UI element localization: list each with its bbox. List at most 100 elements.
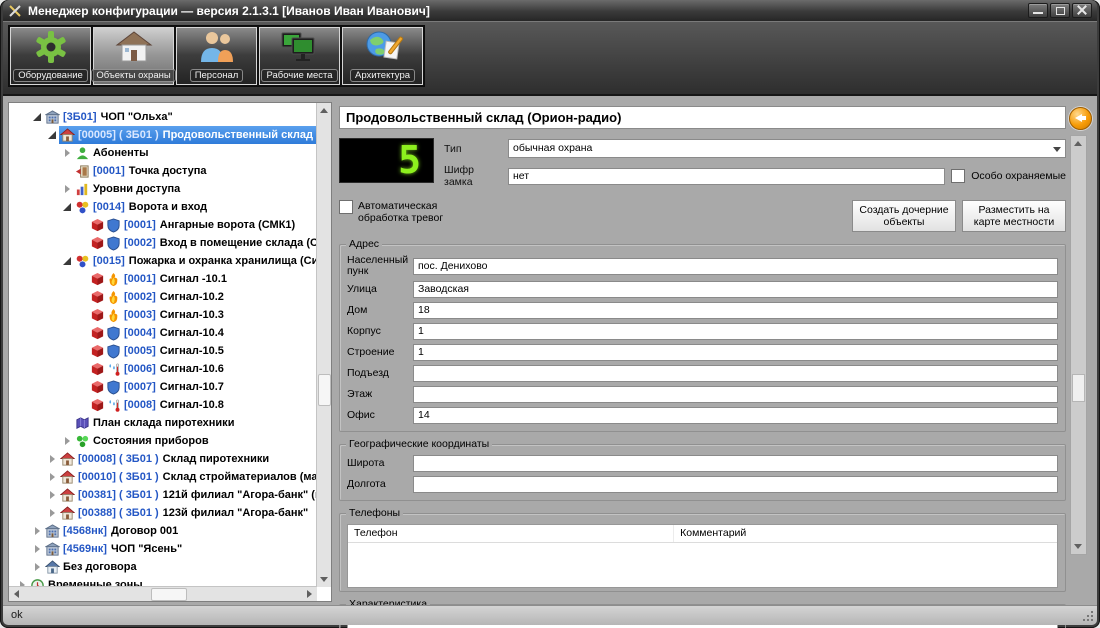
tree-item[interactable]: [0003]Сигнал-10.3 — [9, 306, 316, 324]
building-icon — [45, 524, 60, 539]
tree-item-id: [0007] — [124, 381, 156, 393]
tree-item[interactable]: [0007]Сигнал-10.7 — [9, 378, 316, 396]
tree-item[interactable]: [3Б01]ЧОП "Ольха" — [9, 108, 316, 126]
scrollbar-thumb[interactable] — [151, 588, 187, 601]
expander-icon[interactable] — [60, 149, 74, 157]
tree-item-id: [0006] — [124, 363, 156, 375]
tree-item[interactable]: [0015]Пожарка и охранка хранилища (Сигна… — [9, 252, 316, 270]
toolbar-button-персонал[interactable]: Персонал — [176, 27, 257, 85]
tree-item[interactable]: План склада пиротехники — [9, 414, 316, 432]
expander-icon[interactable] — [60, 203, 74, 211]
resize-grip-icon[interactable] — [1084, 612, 1093, 621]
toolbar-button-оборудование[interactable]: Оборудование — [10, 27, 91, 85]
address-field-input[interactable] — [413, 365, 1058, 382]
tree-item[interactable]: Состояния приборов — [9, 432, 316, 450]
address-field-input[interactable] — [413, 386, 1058, 403]
scrollbar-thumb[interactable] — [318, 374, 331, 406]
expander-icon[interactable] — [60, 185, 74, 193]
cipher-label: Шифр замка — [444, 164, 502, 188]
coordinate-field-input[interactable] — [413, 455, 1058, 472]
expander-icon[interactable] — [45, 491, 59, 499]
tree-item[interactable]: Уровни доступа — [9, 180, 316, 198]
scroll-up-icon[interactable] — [1074, 141, 1082, 146]
tree-horizontal-scrollbar[interactable] — [9, 586, 317, 601]
titlebar[interactable]: Менеджер конфигурации — версия 2.1.3.1 [… — [3, 0, 1097, 21]
address-field-input[interactable]: 18 — [413, 302, 1058, 319]
tree-item[interactable]: [4569нк]ЧОП "Ясень" — [9, 540, 316, 558]
address-field-input[interactable]: 1 — [413, 344, 1058, 361]
coordinate-field-row: Широта — [347, 455, 1058, 472]
tree-item[interactable]: [00381] ( 3Б01 )121й филиал "Агора-банк"… — [9, 486, 316, 504]
tree-item-id: [4569нк] — [63, 543, 107, 555]
tree-item[interactable]: Без договора — [9, 558, 316, 576]
toolbar-button-архитектура[interactable]: Архитектура — [342, 27, 423, 85]
expander-icon[interactable] — [60, 257, 74, 265]
special-guarded-checkbox[interactable] — [951, 169, 965, 183]
tree-item[interactable]: [4568нк]Договор 001 — [9, 522, 316, 540]
expander-icon[interactable] — [45, 473, 59, 481]
tree-item[interactable]: [0014]Ворота и вход — [9, 198, 316, 216]
tree-item[interactable]: Абоненты — [9, 144, 316, 162]
cipher-input[interactable]: нет — [508, 168, 945, 185]
clock-icon — [30, 578, 45, 587]
expander-icon[interactable] — [30, 113, 44, 121]
expander-icon[interactable] — [45, 455, 59, 463]
detail-vertical-scrollbar[interactable] — [1070, 135, 1087, 555]
address-field-input[interactable]: Заводская — [413, 281, 1058, 298]
toolbar-button-рабочие-места[interactable]: Рабочие места — [259, 27, 340, 85]
expander-icon[interactable] — [60, 437, 74, 445]
tree-item[interactable]: [0006]Сигнал-10.6 — [9, 360, 316, 378]
tree-item-label: Вход в помещение склада (СМК-2) — [160, 237, 316, 249]
coords-fields: ШиротаДолгота — [347, 455, 1058, 493]
scroll-down-icon[interactable] — [320, 577, 328, 582]
toolbar-button-объекты-охраны[interactable]: Объекты охраны — [93, 27, 174, 85]
expander-icon[interactable] — [30, 563, 44, 571]
tree-item[interactable]: [0004]Сигнал-10.4 — [9, 324, 316, 342]
address-group: Адрес Населенный пункпос. ДениховоУлицаЗ… — [339, 244, 1066, 432]
tree-item[interactable]: [0005]Сигнал-10.5 — [9, 342, 316, 360]
minimize-button[interactable] — [1028, 3, 1048, 18]
toolbar-button-label: Оборудование — [13, 69, 88, 82]
tree-item[interactable]: [0001]Ангарные ворота (СМК1) — [9, 216, 316, 234]
tree-item[interactable]: [00388] ( 3Б01 )123й филиал "Агора-банк" — [9, 504, 316, 522]
address-field-input[interactable]: 14 — [413, 407, 1058, 424]
maximize-button[interactable] — [1050, 3, 1070, 18]
create-children-button[interactable]: Создать дочерние объекты — [852, 200, 956, 232]
scroll-right-icon[interactable] — [307, 590, 312, 598]
type-select[interactable]: обычная охрана — [508, 139, 1066, 158]
auto-alarm-checkbox[interactable] — [339, 200, 353, 214]
address-field-row: Дом18 — [347, 302, 1058, 319]
expander-icon[interactable] — [30, 545, 44, 553]
tree-item[interactable]: [00010] ( 3Б01 )Склад стройматериалов (м… — [9, 468, 316, 486]
phones-table[interactable]: Телефон Комментарий — [347, 524, 1058, 588]
tree-vertical-scrollbar[interactable] — [316, 103, 331, 587]
close-button[interactable] — [1072, 3, 1092, 18]
address-field-label: Корпус — [347, 326, 405, 337]
object-title-input[interactable]: Продовольственный склад (Орион-радио) — [339, 106, 1066, 129]
tree-item[interactable]: [0002]Сигнал-10.2 — [9, 288, 316, 306]
expander-icon[interactable] — [45, 509, 59, 517]
scrollbar-thumb[interactable] — [1072, 374, 1085, 402]
scroll-up-icon[interactable] — [320, 108, 328, 113]
tree-item[interactable]: Временные зоны — [9, 576, 316, 586]
expander-icon[interactable] — [30, 527, 44, 535]
cube-fire-icon — [90, 272, 121, 287]
tree-item[interactable]: [0008]Сигнал-10.8 — [9, 396, 316, 414]
building-icon — [45, 542, 60, 557]
tree-item-label: Сигнал-10.3 — [160, 309, 224, 321]
tree-item[interactable]: [0001]Сигнал -10.1 — [9, 270, 316, 288]
scroll-left-icon[interactable] — [14, 590, 19, 598]
tree-item[interactable]: [0001]Точка доступа — [9, 162, 316, 180]
tree-item[interactable]: [00005] ( 3Б01 )Продовольственный склад … — [9, 126, 316, 144]
tree-item[interactable]: [00008] ( 3Б01 )Склад пиротехники — [9, 450, 316, 468]
special-guarded-label: Особо охраняемые — [971, 170, 1066, 182]
address-field-input[interactable]: 1 — [413, 323, 1058, 340]
tree-item[interactable]: [0002]Вход в помещение склада (СМК-2) — [9, 234, 316, 252]
expander-icon[interactable] — [45, 131, 59, 139]
cube-shield-icon — [90, 344, 121, 359]
back-button[interactable] — [1069, 107, 1092, 130]
address-field-input[interactable]: пос. Денихово — [413, 258, 1058, 275]
coordinate-field-input[interactable] — [413, 476, 1058, 493]
scroll-down-icon[interactable] — [1074, 544, 1082, 549]
place-on-map-button[interactable]: Разместить на карте местности — [962, 200, 1066, 232]
